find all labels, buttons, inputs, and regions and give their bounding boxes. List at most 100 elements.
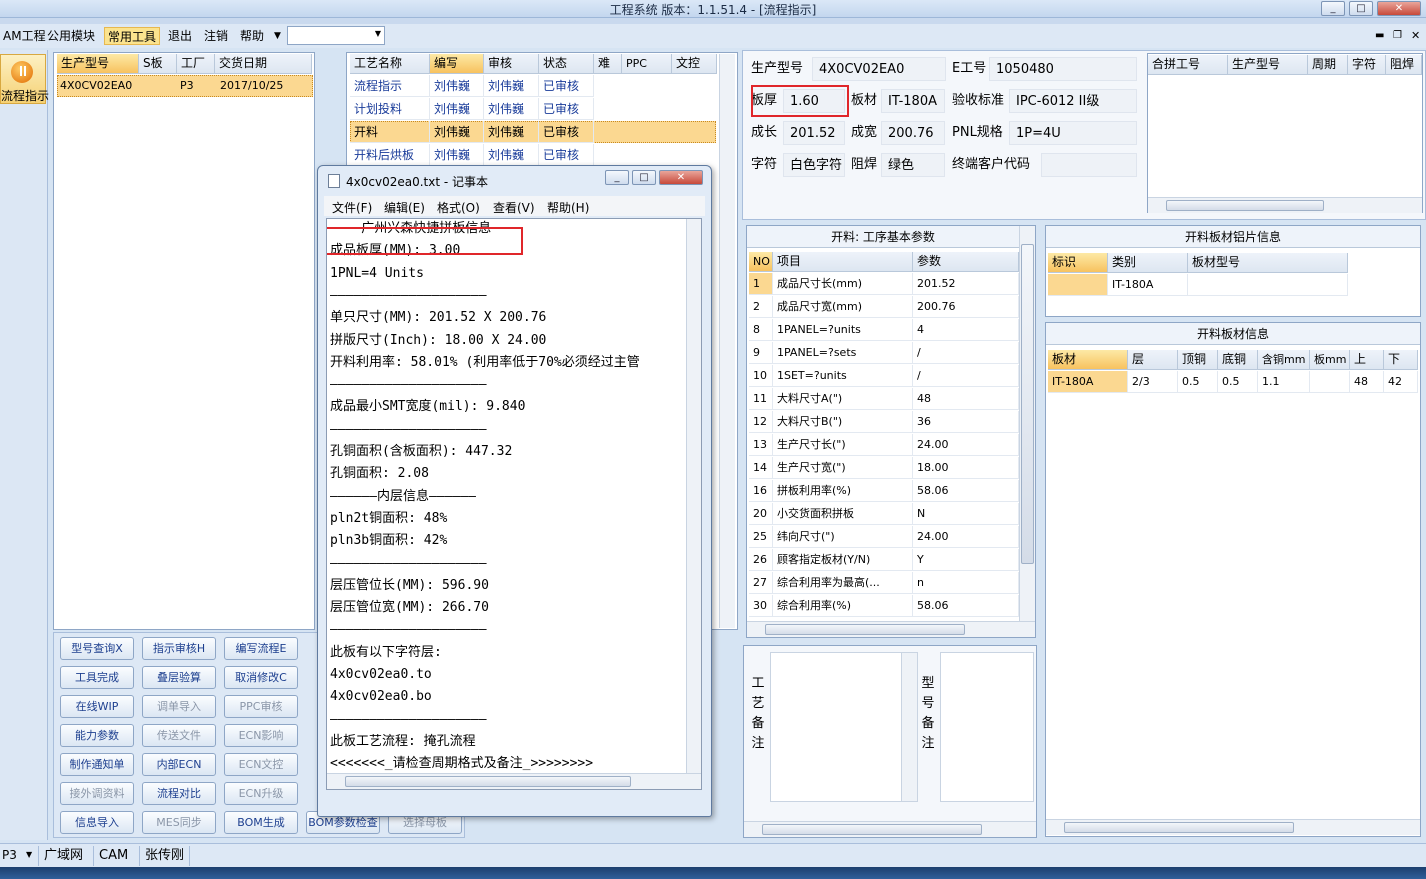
col-header-value[interactable]: 参数 [913,252,1019,272]
cancel-modify-button[interactable]: 取消修改C [224,666,298,689]
ecn-upgrade-button[interactable]: ECN升级 [224,782,298,805]
col-header-category[interactable]: 类别 [1108,253,1188,273]
eno-field[interactable]: 1050480 [989,57,1137,81]
close-icon[interactable]: ✕ [1377,1,1421,16]
width-field[interactable]: 200.76 [881,121,945,145]
send-file-button[interactable]: 传送文件 [142,724,216,747]
col-header-cu-mm[interactable]: 含铜mm [1258,350,1310,370]
col-header-writer[interactable]: 编写 [430,54,484,74]
capability-params-button[interactable]: 能力参数 [60,724,134,747]
menu-cam[interactable]: AM工程 [0,27,49,45]
board-cu-cell[interactable]: 1.1 [1258,371,1310,393]
param-no-cell[interactable]: 10 [749,365,773,387]
notepad-window[interactable]: 4x0cv02ea0.txt - 记事本 _ □ ✕ 文件(F) 编辑(E) 格… [317,165,712,817]
param-no-cell[interactable]: 14 [749,457,773,479]
col-header-cycle[interactable]: 周期 [1308,55,1348,75]
notepad-menu-format[interactable]: 格式(O) [437,199,480,216]
mdi-minimize-icon[interactable]: ▬ [1372,27,1387,45]
scroll-thumb[interactable] [1064,822,1294,833]
char-field[interactable]: 白色字符 [783,153,845,177]
param-item-cell[interactable]: 1PANEL=?sets [773,342,913,364]
param-value-cell[interactable]: 36 [913,411,1019,433]
col-header-difficulty[interactable]: 难 [594,54,622,74]
col-header-reviewer[interactable]: 审核 [484,54,539,74]
notepad-menu-file[interactable]: 文件(F) [332,199,372,216]
col-header-board-mm[interactable]: 板mm [1310,350,1350,370]
col-header-up[interactable]: 上 [1350,350,1384,370]
process-name[interactable]: 开料后烘板 [350,144,430,166]
scroll-thumb[interactable] [1021,244,1034,564]
param-value-cell[interactable]: 18.00 [913,457,1019,479]
process-scrollbar[interactable] [719,54,735,628]
param-no-cell[interactable]: 25 [749,526,773,548]
customer-field[interactable] [1041,153,1137,177]
board-down-cell[interactable]: 42 [1384,371,1418,393]
param-value-cell[interactable]: 201.52 [913,273,1019,295]
param-no-cell[interactable]: 8 [749,319,773,341]
param-no-cell[interactable]: 11 [749,388,773,410]
notepad-maximize-icon[interactable]: □ [632,170,656,185]
param-item-cell[interactable]: 1SET=?units [773,365,913,387]
board-up-cell[interactable]: 48 [1350,371,1384,393]
param-item-cell[interactable]: 生产尺寸宽(") [773,457,913,479]
param-item-cell[interactable]: 大料尺寸A(") [773,388,913,410]
sheet-category-cell[interactable]: IT-180A [1108,274,1188,296]
notepad-menu-view[interactable]: 查看(V) [493,199,535,216]
param-item-cell[interactable]: 纬向尺寸(") [773,526,913,548]
minimize-icon[interactable]: _ [1321,1,1345,16]
param-no-cell[interactable]: 20 [749,503,773,525]
board-hscroll[interactable] [1046,819,1420,835]
material-field[interactable]: IT-180A [881,89,945,113]
board-material-cell[interactable]: IT-180A [1048,371,1128,393]
param-item-cell[interactable]: 综合利用率为最高(... [773,572,913,594]
stackup-check-button[interactable]: 叠层验算 [142,666,216,689]
param-item-cell[interactable]: 成品尺寸长(mm) [773,273,913,295]
param-value-cell[interactable]: / [913,342,1019,364]
toolbar-combo[interactable]: ▼ [287,26,385,45]
col-header-date[interactable]: 交货日期 [215,54,312,74]
col-header-board-model[interactable]: 板材型号 [1188,253,1348,273]
notepad-menu-edit[interactable]: 编辑(E) [384,199,425,216]
notepad-text-area[interactable]: ————广州兴森快捷拼板信息—— 成品板厚(MM): 3.00 1PNL=4 Uni… [326,218,702,790]
mdi-close-icon[interactable]: ✕ [1408,27,1423,45]
param-value-cell[interactable]: 4 [913,319,1019,341]
model-field[interactable]: 4X0CV02EA0 [812,57,946,81]
write-flow-button[interactable]: 编写流程E [224,637,298,660]
chevron-down-icon[interactable]: ▼ [26,850,32,859]
param-no-cell[interactable]: 9 [749,342,773,364]
params-vscroll[interactable] [1019,226,1035,621]
param-no-cell[interactable]: 30 [749,595,773,617]
mes-sync-button[interactable]: MES同步 [142,811,216,834]
menu-help[interactable]: 帮助 [237,27,267,45]
param-value-cell[interactable]: / [913,365,1019,387]
param-no-cell[interactable]: 2 [749,296,773,318]
param-value-cell[interactable]: Y [913,549,1019,571]
standard-field[interactable]: IPC-6012 II级 [1009,89,1137,113]
params-hscroll[interactable] [747,621,1035,637]
col-header-factory[interactable]: 工厂 [177,54,215,74]
param-item-cell[interactable]: 顾客指定板材(Y/N) [773,549,913,571]
col-header-doc-control[interactable]: 文控 [672,54,717,74]
param-no-cell[interactable]: 16 [749,480,773,502]
col-header-combine-no[interactable]: 合拼工号 [1148,55,1228,75]
notepad-menu-help[interactable]: 帮助(H) [547,199,589,216]
menu-exit[interactable]: 退出 [165,27,195,45]
model-remark-input[interactable] [940,652,1034,802]
notepad-close-icon[interactable]: ✕ [659,170,703,185]
mask-field[interactable]: 绿色 [881,153,945,177]
flow-compare-button[interactable]: 流程对比 [142,782,216,805]
tool-complete-button[interactable]: 工具完成 [60,666,134,689]
process-name[interactable]: 流程指示 [350,75,430,97]
remark-vscroll[interactable] [901,653,917,801]
param-item-cell[interactable]: 大料尺寸B(") [773,411,913,433]
param-item-cell[interactable]: 小交货面积拼板 [773,503,913,525]
col-header-layer[interactable]: 层 [1128,350,1178,370]
param-value-cell[interactable]: n [913,572,1019,594]
param-value-cell[interactable]: N [913,503,1019,525]
param-value-cell[interactable]: 200.76 [913,296,1019,318]
col-header-down[interactable]: 下 [1384,350,1418,370]
col-header-combine-model[interactable]: 生产型号 [1228,55,1308,75]
internal-ecn-button[interactable]: 内部ECN [142,753,216,776]
mdi-restore-icon[interactable]: ❐ [1390,27,1405,45]
scroll-thumb[interactable] [345,776,631,787]
